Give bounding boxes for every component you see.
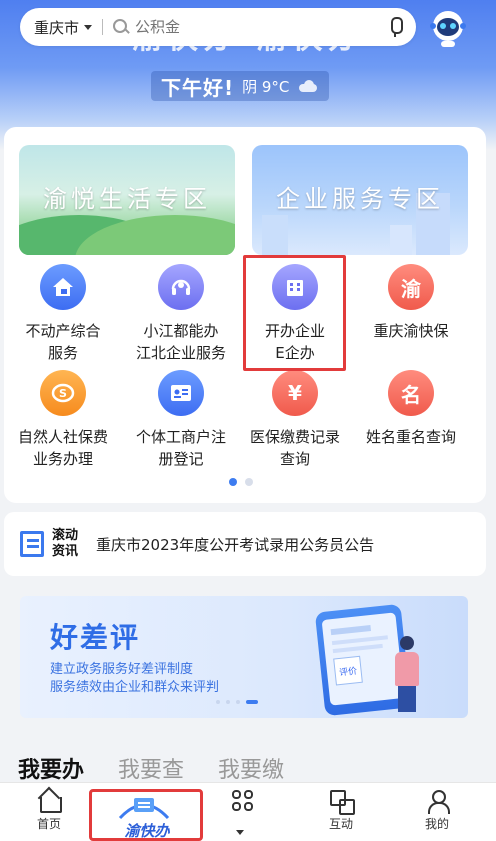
news-tag: 滚动 资讯 (52, 528, 79, 559)
banner-indicator (216, 700, 258, 704)
business-zone-banner[interactable]: 企业服务专区 (252, 145, 468, 255)
tab-handle[interactable]: 我要办 (18, 752, 84, 784)
nav-apps[interactable] (208, 789, 278, 813)
carousel-dot[interactable] (245, 478, 253, 486)
action-tabs: 我要办 我要查 我要缴 (18, 752, 284, 784)
house-icon (40, 264, 86, 310)
service-label: 小江都能办 江北企业服务 (135, 322, 226, 362)
divider (102, 19, 104, 35)
bottom-nav: 首页 互动 我的 (0, 782, 496, 841)
service-business-registration[interactable]: 个体工商户注 册登记 (122, 370, 240, 470)
chevron-down-icon[interactable] (236, 830, 244, 835)
highlight-box (89, 789, 203, 841)
apps-icon (231, 789, 255, 813)
nav-mine[interactable]: 我的 (402, 789, 472, 832)
home-icon (37, 789, 62, 813)
city-label: 重庆市 (34, 18, 80, 37)
banner-dot (216, 700, 220, 704)
headset-icon (158, 264, 204, 310)
service-yukuaibao[interactable]: 渝 重庆渝快保 (352, 264, 470, 342)
evaluation-subtitle: 建立政务服务好差评制度 (50, 662, 194, 677)
chevron-down-icon (84, 24, 93, 30)
service-label: 医保缴费记录 查询 (249, 428, 340, 468)
yuan-glyph: ¥ (288, 381, 302, 405)
nav-label: 我的 (424, 817, 449, 831)
banner-dot-active (246, 700, 258, 704)
yuan-doc-icon: ¥ (272, 370, 318, 416)
phone-label: 评价 (339, 666, 358, 679)
service-label: 姓名重名查询 (365, 428, 456, 446)
name-icon: 名 (388, 370, 434, 416)
id-card-icon (158, 370, 204, 416)
svg-text:S: S (59, 387, 67, 400)
service-label: 个体工商户注 册登记 (135, 428, 226, 468)
nav-label: 互动 (328, 817, 353, 831)
tab-pay[interactable]: 我要缴 (218, 752, 284, 784)
search-icon (113, 19, 129, 35)
search-input[interactable] (135, 18, 388, 36)
nav-interact[interactable]: 互动 (306, 789, 376, 832)
life-zone-title: 渝悦生活专区 (43, 185, 211, 213)
person-body (395, 652, 419, 686)
banner-dot (236, 700, 240, 704)
highlight-box (243, 255, 346, 371)
news-headline[interactable]: 重庆市2023年度公开考试录用公务员公告 (96, 534, 374, 555)
nav-label: 首页 (36, 817, 61, 831)
greeting-text: 下午好! (161, 75, 235, 100)
greeting-badge: 下午好! 阴 9°C (151, 71, 330, 101)
business-zone-title: 企业服务专区 (276, 185, 444, 213)
life-zone-banner[interactable]: 渝悦生活专区 (19, 145, 235, 255)
banner-dot (226, 700, 230, 704)
carousel-dot-active[interactable] (229, 478, 237, 486)
tab-query[interactable]: 我要查 (118, 752, 184, 784)
person-head (400, 636, 414, 650)
building-decoration (262, 215, 288, 255)
service-name-query[interactable]: 名 姓名重名查询 (352, 370, 470, 448)
weather-text: 阴 9°C (242, 77, 290, 96)
service-medical-insurance-query[interactable]: ¥ 医保缴费记录 查询 (236, 370, 354, 470)
interact-icon (329, 789, 355, 815)
city-selector[interactable]: 重庆市 (34, 17, 93, 38)
service-label: 重庆渝快保 (373, 322, 449, 340)
news-icon (20, 531, 44, 557)
robot-assistant-icon[interactable] (428, 8, 468, 48)
service-label: 自然人社保费 业务办理 (17, 428, 108, 468)
evaluation-subtitle: 服务绩效由企业和群众来评判 (50, 680, 220, 695)
microphone-icon[interactable] (388, 17, 403, 37)
service-social-security[interactable]: S 自然人社保费 业务办理 (4, 370, 122, 470)
news-ticker[interactable]: 滚动 资讯 重庆市2023年度公开考试录用公务员公告 (4, 512, 486, 576)
service-jiangbei-enterprise[interactable]: 小江都能办 江北企业服务 (122, 264, 240, 364)
evaluation-banner[interactable]: 好差评 建立政务服务好差评制度 服务绩效由企业和群众来评判 评价 (20, 596, 468, 718)
yu-glyph: 渝 (401, 276, 421, 301)
carousel-indicator (229, 478, 253, 486)
service-real-estate[interactable]: 不动产综合 服务 (4, 264, 122, 364)
user-icon (425, 789, 450, 814)
evaluation-title: 好差评 (50, 621, 141, 654)
building-decoration (390, 225, 412, 255)
person-legs (398, 686, 416, 712)
social-security-icon: S (40, 370, 86, 416)
search-bar[interactable]: 重庆市 (20, 8, 416, 46)
yu-icon: 渝 (388, 264, 434, 310)
name-glyph: 名 (401, 382, 421, 407)
person-illustration (392, 636, 422, 712)
nav-home[interactable]: 首页 (14, 789, 84, 832)
cloud-icon (297, 80, 319, 92)
service-label: 不动产综合 服务 (25, 322, 101, 362)
